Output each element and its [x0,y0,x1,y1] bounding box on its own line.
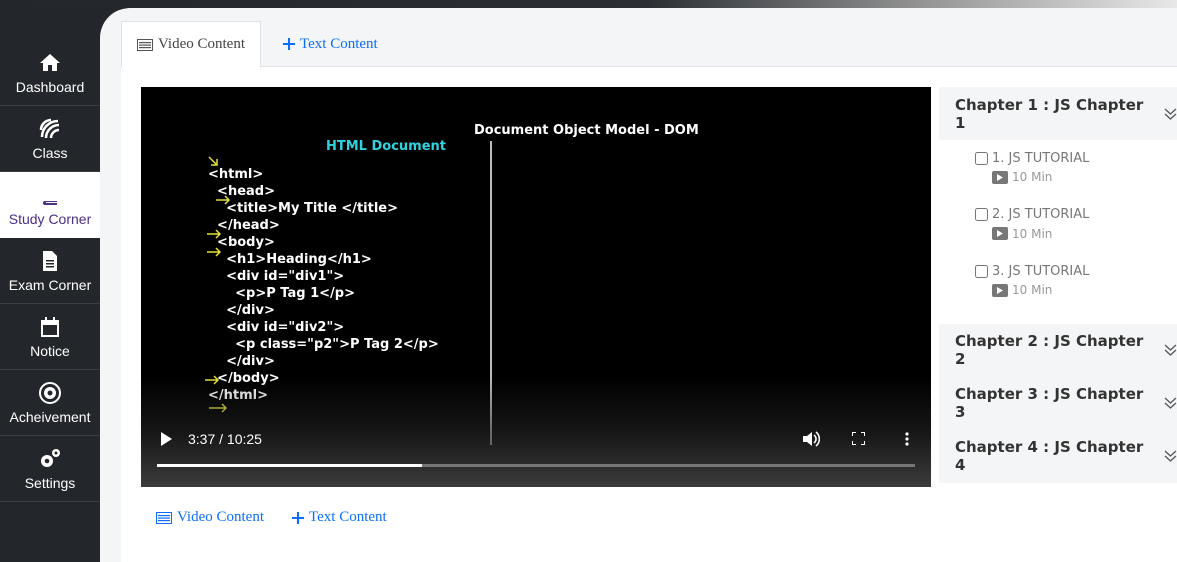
link-label: Video Content [177,509,265,525]
code-line: <h1>Heading</h1> [208,252,372,267]
chapter-header[interactable]: Chapter 2 : JS Chapter 2 [939,323,1177,377]
lesson-title: 3. JS TUTORIAL [992,263,1090,279]
sidebar-item-label: Dashboard [15,78,85,95]
lesson-duration: 10 Min [1012,170,1053,184]
play-icon [992,227,1008,240]
more-options-icon[interactable] [905,432,909,446]
tab-video-content[interactable]: Video Content [121,21,262,68]
code-line: <p>P Tag 1</p> [208,286,355,301]
sidebar-item-notice[interactable]: Notice [0,304,100,370]
document-icon [43,250,57,271]
tab-text-content[interactable]: Text Content [268,21,393,67]
lesson-checkbox[interactable] [975,151,988,165]
lesson-checkbox[interactable] [975,264,988,278]
tab-label: Video Content [158,36,246,52]
code-line: <html> [208,167,264,182]
sidebar-item-label: Acheivement [9,408,91,425]
calendar-icon [41,316,59,337]
progress-bar[interactable] [157,464,915,467]
sidebar-item-dashboard[interactable]: Dashboard [0,40,100,106]
slide-subtitle: HTML Document [326,139,447,154]
gears-icon [41,448,60,467]
sidebar-item-label: Class [32,144,68,161]
lesson-duration: 10 Min [1012,283,1053,297]
achievement-icon [39,381,61,404]
home-icon [40,53,60,71]
arrow-icon [208,156,218,166]
chapter-header[interactable]: Chapter 3 : JS Chapter 3 [939,376,1177,430]
code-line: </div> [208,354,275,369]
lesson-item[interactable]: 2. JS TUTORIAL 10 Min [975,205,1177,262]
volume-icon[interactable] [803,431,820,447]
chapter-title: Chapter 3 : JS Chapter 3 [955,385,1144,421]
bottom-links: Video Content Text Content [156,509,415,526]
text-content-link[interactable]: Text Content [292,509,387,526]
chevron-down-icon [1164,344,1177,356]
play-icon [992,170,1008,184]
code-line: </div> [208,303,275,318]
link-label: Text Content [309,509,387,525]
content-panel: Video Content Text Content Document Obje… [121,21,1177,562]
tab-label: Text Content [300,35,378,52]
plus-icon [292,511,305,524]
code-line: <title>My Title </title> [208,201,399,216]
sidebar-item-settings[interactable]: Settings [0,436,100,502]
sidebar-item-label: Settings [24,474,76,491]
list-icon [137,38,153,51]
progress-fill [157,464,423,467]
lesson-title: 1. JS TUTORIAL [992,150,1090,166]
sidebar-item-label: Notice [30,342,70,359]
arrow-icon [207,229,222,239]
fullscreen-icon[interactable] [852,432,865,445]
arrow-icon [207,247,222,257]
code-line: <div id="div1"> [208,269,345,284]
code-line: <div id="div2"> [208,320,345,335]
lesson-title: 2. JS TUTORIAL [992,207,1090,222]
main-area: Video Content Text Content Document Obje… [100,8,1177,562]
sidebar-item-class[interactable]: Class [0,106,100,172]
arrow-icon [216,195,231,205]
sidebar-item-exam-corner[interactable]: Exam Corner [0,238,100,304]
sidebar-item-achievement[interactable]: Acheivement [0,370,100,436]
slide-title: Document Object Model - DOM [474,123,699,138]
lesson-item[interactable]: 1. JS TUTORIAL 10 Min [975,148,1177,205]
chapter-title: Chapter 2 : JS Chapter 2 [955,332,1144,368]
class-icon [39,118,60,138]
chapter-title: Chapter 4 : JS Chapter 4 [955,438,1144,474]
chevron-down-icon [1164,397,1177,409]
sidebar-item-label: Study Corner [8,210,92,227]
top-bar [0,0,1177,8]
lesson-item[interactable]: 3. JS TUTORIAL 10 Min [975,261,1177,318]
sidebar-item-study-corner[interactable]: Study Corner [0,172,100,238]
lesson-list: 1. JS TUTORIAL 10 Min 2. JS TUTORIAL 10 … [939,140,1177,324]
play-icon [992,283,1008,297]
chapter-header[interactable]: Chapter 4 : JS Chapter 4 [939,429,1177,483]
sidebar-item-label: Exam Corner [8,276,92,293]
content-tabs: Video Content Text Content [121,21,1177,68]
lesson-duration: 10 Min [1012,226,1053,241]
list-icon [156,511,172,524]
video-player[interactable]: Document Object Model - DOM HTML Documen… [141,87,931,487]
lesson-checkbox[interactable] [975,208,988,221]
code-line: <p class="p2">P Tag 2</p> [208,337,439,352]
chevron-down-icon [1164,450,1177,462]
book-icon [43,184,57,205]
sidebar: Dashboard Class Study Corner Exam Corner… [0,40,100,502]
play-icon[interactable] [160,432,172,446]
chapter-list: Chapter 1 : JS Chapter 1 1. JS TUTORIAL … [939,87,1177,483]
chevron-down-icon [1164,108,1177,120]
chapter-header[interactable]: Chapter 1 : JS Chapter 1 [939,87,1177,140]
time-display: 3:37 / 10:25 [188,431,262,447]
plus-icon [283,38,295,50]
chapter-title: Chapter 1 : JS Chapter 1 [955,95,1144,132]
video-content-link[interactable]: Video Content [156,509,264,526]
